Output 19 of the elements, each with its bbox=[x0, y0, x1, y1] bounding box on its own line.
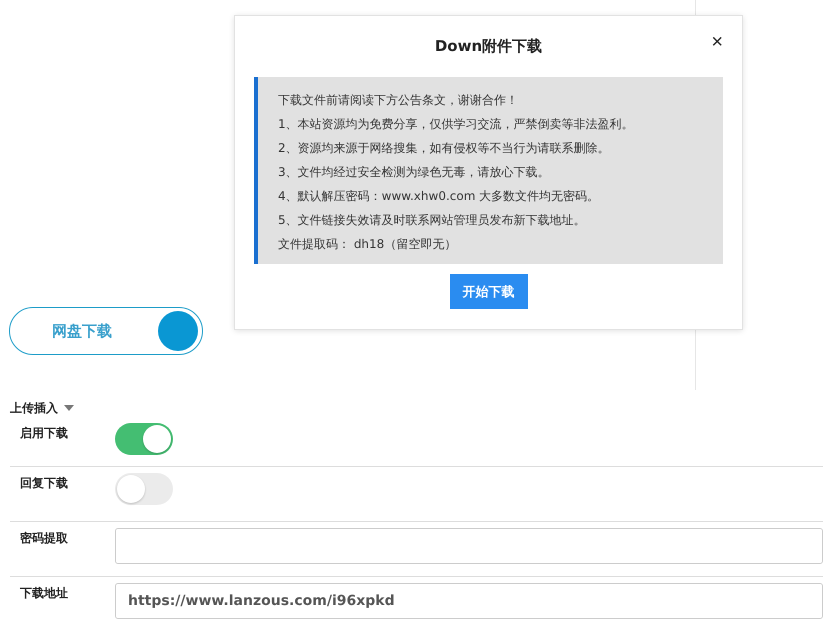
caret-icon[interactable] bbox=[64, 405, 74, 411]
notice-text: 1、本站资源均为免费分享，仅供学习交流，严禁倒卖等非法盈利。 bbox=[278, 116, 635, 133]
dialog-title: Down附件下载 bbox=[434, 37, 542, 56]
input-field[interactable]: https://www.lanzous.com/i96xpkd bbox=[115, 583, 823, 619]
notice-text: 2、资源均来源于网络搜集，如有侵权等不当行为请联系删除。 bbox=[278, 140, 611, 157]
field-label: 回复下载 bbox=[20, 475, 69, 492]
section-title: 上传插入 bbox=[10, 400, 58, 416]
notice-text: 4、默认解压密码：www.xhw0.com 大多数文件均无密码。 bbox=[278, 188, 600, 205]
input-field[interactable] bbox=[115, 528, 823, 564]
close-button[interactable]: × bbox=[711, 32, 723, 52]
field-label: 密码提取 bbox=[20, 530, 69, 547]
notice-text: 下载文件前请阅读下方公告条文，谢谢合作！ bbox=[278, 92, 519, 109]
field-label: 启用下载 bbox=[20, 425, 69, 442]
notice-text: 3、文件均经过安全检测为绿色无毒，请放心下载。 bbox=[278, 164, 551, 181]
toggle-switch[interactable] bbox=[115, 423, 173, 455]
field-label: 下载地址 bbox=[20, 585, 69, 602]
notice-text: 5、文件链接失效请及时联系网站管理员发布新下载地址。 bbox=[278, 212, 587, 229]
notice-text: 文件提取码： dh18（留空即无） bbox=[278, 236, 458, 253]
toggle-switch[interactable] bbox=[115, 473, 173, 505]
